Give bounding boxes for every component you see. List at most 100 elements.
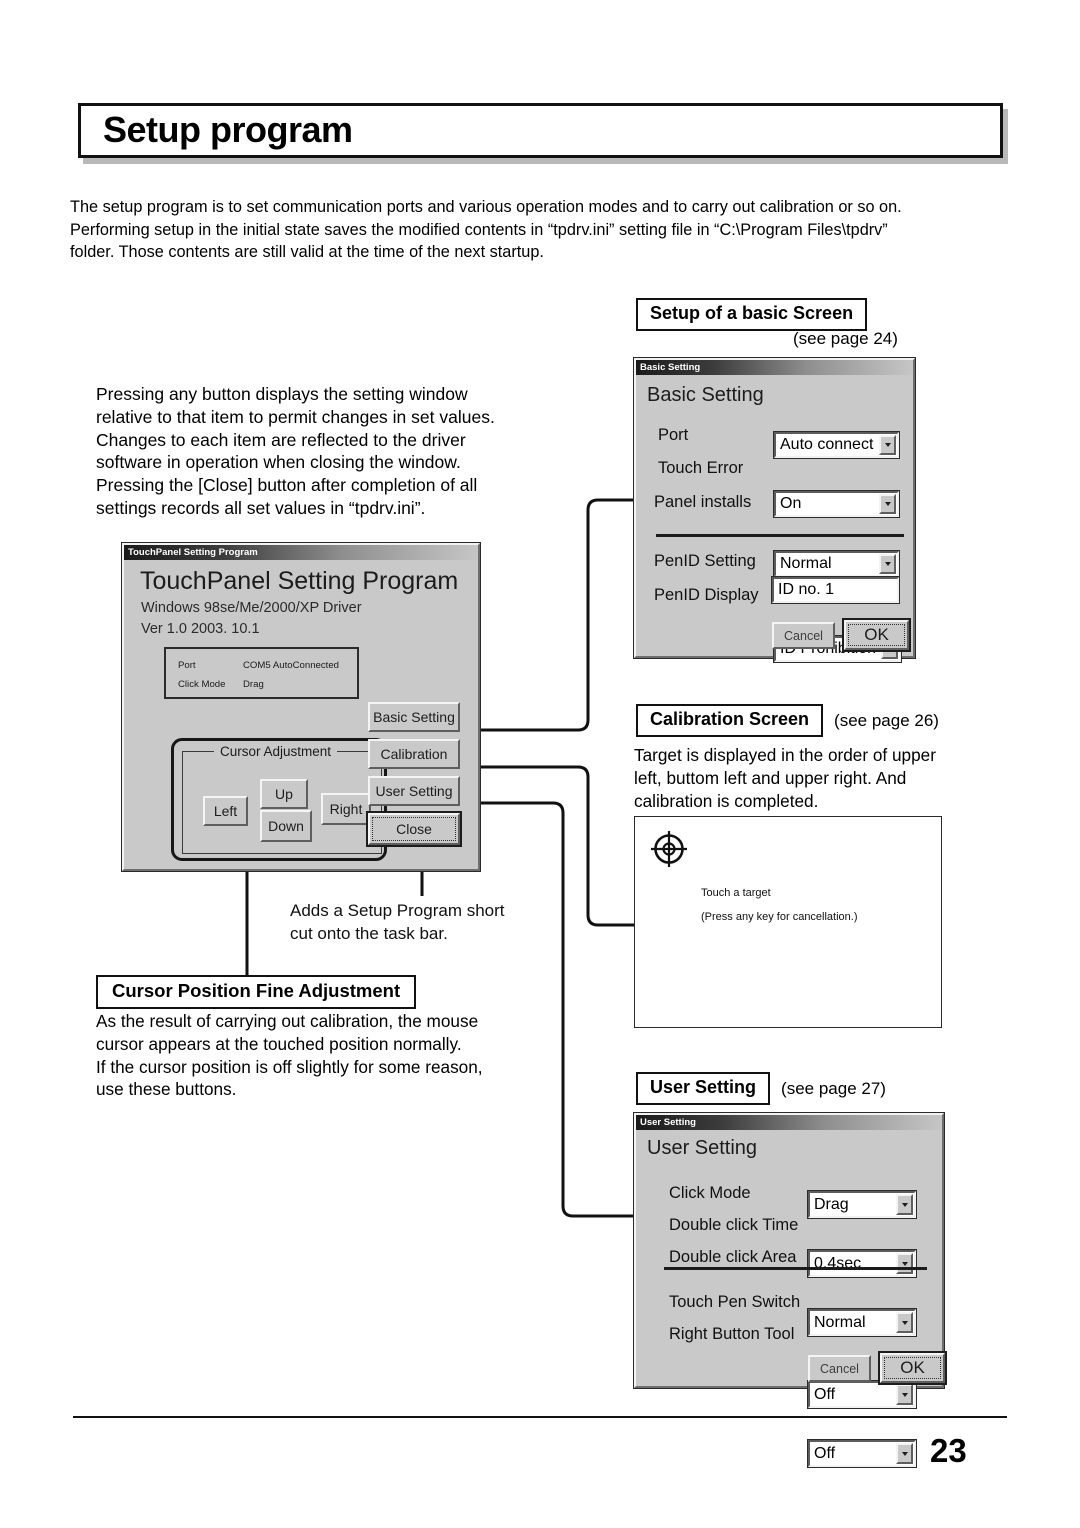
cursor-fine-heading: Cursor Position Fine Adjustment (96, 975, 417, 1009)
user-rightbuttontool-value: Off (814, 1444, 836, 1462)
basic-cancel-button[interactable]: Cancel (772, 622, 835, 649)
calibration-desc-line-2: left, buttom left and upper right. And (634, 768, 907, 788)
basic-dialog-divider (656, 534, 904, 537)
basic-dialog-heading: Basic Setting (647, 384, 764, 406)
basic-port-label: Port (658, 426, 689, 444)
basic-screen-heading: Setup of a basic Screen (636, 298, 868, 331)
chevron-down-icon[interactable] (896, 1443, 913, 1464)
calibration-preview-screen: Touch a target (Press any key for cancel… (634, 816, 942, 1028)
left-desc-line-4: software in operation when closing the w… (96, 452, 461, 473)
cursor-fine-description: As the result of carrying out calibratio… (96, 1010, 524, 1101)
cursor-adjustment-legend: Cursor Adjustment (214, 744, 338, 759)
basic-panelinstalls-label: Panel installs (654, 493, 752, 511)
user-rightbuttontool-label: Right Button Tool (669, 1325, 795, 1343)
basic-panelinstalls-combo[interactable]: Normal (773, 550, 900, 578)
chevron-down-icon[interactable] (879, 494, 896, 514)
chevron-down-icon[interactable] (896, 1194, 913, 1215)
user-touchpenswitch-combo[interactable]: Off (807, 1380, 917, 1409)
basic-peniddisplay-value: ID no. 1 (778, 581, 835, 598)
adds-note-line-2: cut onto the task bar. (290, 923, 448, 943)
user-clickmode-value: Drag (814, 1195, 849, 1213)
status-port-label: Port (178, 660, 196, 671)
user-setting-button[interactable]: User Setting (368, 776, 460, 806)
touchpanel-status-box: Port COM5 AutoConnected Click Mode Drag (164, 647, 359, 699)
user-touchpenswitch-value: Off (814, 1385, 836, 1403)
calibration-prompt-line-1: Touch a target (701, 887, 771, 899)
user-doubleclickarea-combo[interactable]: Normal (807, 1308, 917, 1337)
touchpanel-version-line: Ver 1.0 2003. 10.1 (141, 621, 260, 637)
left-description-paragraph: Pressing any button displays the setting… (96, 383, 520, 520)
cursor-fine-line-2: cursor appears at the touched position n… (96, 1033, 462, 1054)
chevron-down-icon[interactable] (879, 435, 896, 455)
basic-port-combo[interactable]: Auto connect (773, 431, 900, 459)
left-desc-line-6: settings records all set values in “tpdr… (96, 497, 426, 518)
user-ok-label: OK (900, 1358, 925, 1377)
calibration-heading: Calibration Screen (636, 704, 824, 737)
intro-line-2: Performing setup in the initial state sa… (70, 220, 888, 239)
user-doubleclickarea-value: Normal (814, 1313, 866, 1331)
footer-rule (73, 1416, 1007, 1418)
basic-peniddisplay-label: PenID Display (654, 586, 759, 604)
chevron-down-icon[interactable] (896, 1384, 913, 1405)
basic-port-value: Auto connect (780, 436, 874, 453)
page-number: 23 (930, 1432, 967, 1469)
close-button[interactable]: Close (366, 811, 462, 847)
cursor-left-button[interactable]: Left (203, 796, 248, 826)
basic-peniddisplay-input[interactable]: ID no. 1 (771, 576, 900, 604)
basic-setting-button[interactable]: Basic Setting (368, 702, 460, 732)
chevron-down-icon[interactable] (896, 1253, 913, 1274)
adds-note-line-1: Adds a Setup Program short (290, 901, 505, 920)
user-ok-button[interactable]: OK (878, 1351, 947, 1385)
calibration-prompt-line-2: (Press any key for cancellation.) (701, 911, 858, 923)
user-rightbuttontool-combo[interactable]: Off (807, 1439, 917, 1468)
calibration-button[interactable]: Calibration (368, 739, 460, 769)
page-title: Setup program (103, 108, 353, 150)
user-doubleclickarea-label: Double click Area (669, 1248, 797, 1266)
intro-line-1: The setup program is to set communicatio… (70, 198, 902, 216)
left-desc-line-1: Pressing any button displays the setting… (96, 384, 468, 404)
calibration-desc-line-3: calibration is completed. (634, 791, 819, 811)
basic-penidsetting-label: PenID Setting (654, 552, 756, 570)
cursor-fine-line-1: As the result of carrying out calibratio… (96, 1011, 479, 1031)
chevron-down-icon[interactable] (879, 554, 896, 574)
user-touchpenswitch-label: Touch Pen Switch (669, 1293, 801, 1311)
chevron-down-icon[interactable] (896, 1312, 913, 1333)
close-button-label: Close (396, 821, 432, 837)
user-dialog-heading: User Setting (647, 1137, 758, 1159)
touchpanel-dialog-titlebar: TouchPanel Setting Program (124, 545, 478, 560)
basic-ok-button[interactable]: OK (842, 618, 911, 652)
calibration-description: Target is displayed in the order of uppe… (634, 744, 952, 813)
basic-toucherror-combo[interactable]: On (773, 490, 900, 518)
status-clickmode-label: Click Mode (178, 679, 226, 690)
cursor-right-button[interactable]: Right (321, 793, 371, 825)
user-dialog-titlebar: User Setting (636, 1115, 942, 1130)
intro-line-3: folder. Those contents are still valid a… (70, 243, 544, 261)
touchpanel-driver-line: Windows 98se/Me/2000/XP Driver (141, 600, 362, 616)
left-desc-line-5: Pressing the [Close] button after comple… (96, 475, 478, 496)
user-setting-heading-row: User Setting (see page 27) (636, 1072, 886, 1105)
user-cancel-button[interactable]: Cancel (808, 1355, 871, 1382)
cursor-up-button[interactable]: Up (260, 779, 308, 809)
calibration-see-page: (see page 26) (834, 710, 939, 730)
cursor-adjustment-outer-frame: Cursor Adjustment Up Down Left Right (171, 738, 387, 861)
basic-panelinstalls-value: Normal (780, 555, 832, 572)
user-setting-see-page: (see page 27) (781, 1078, 886, 1098)
taskbar-shortcut-note: Adds a Setup Program short cut onto the … (290, 900, 540, 945)
cursor-fine-line-4: use these buttons. (96, 1079, 237, 1100)
user-doubleclicktime-combo[interactable]: 0.4sec (807, 1249, 917, 1278)
crosshair-target-icon (651, 831, 687, 867)
user-clickmode-combo[interactable]: Drag (807, 1190, 917, 1219)
calibration-heading-row: Calibration Screen (see page 26) (636, 704, 939, 737)
cursor-down-button[interactable]: Down (260, 810, 312, 842)
touchpanel-setting-program-dialog: TouchPanel Setting Program TouchPanel Se… (121, 542, 481, 872)
basic-screen-see-page: (see page 24) (793, 329, 898, 348)
basic-setting-dialog: Basic Setting Basic Setting Port Auto co… (633, 357, 916, 663)
user-dialog-divider (664, 1267, 927, 1270)
status-clickmode-value: Drag (243, 679, 264, 690)
user-setting-dialog: User Setting User Setting Click Mode Dra… (633, 1112, 947, 1468)
basic-toucherror-label: Touch Error (658, 459, 744, 477)
basic-screen-heading-row: Setup of a basic Screen (636, 298, 868, 331)
left-desc-line-3: Changes to each item are reflected to th… (96, 429, 466, 450)
basic-toucherror-value: On (780, 495, 802, 512)
user-clickmode-label: Click Mode (669, 1184, 751, 1202)
